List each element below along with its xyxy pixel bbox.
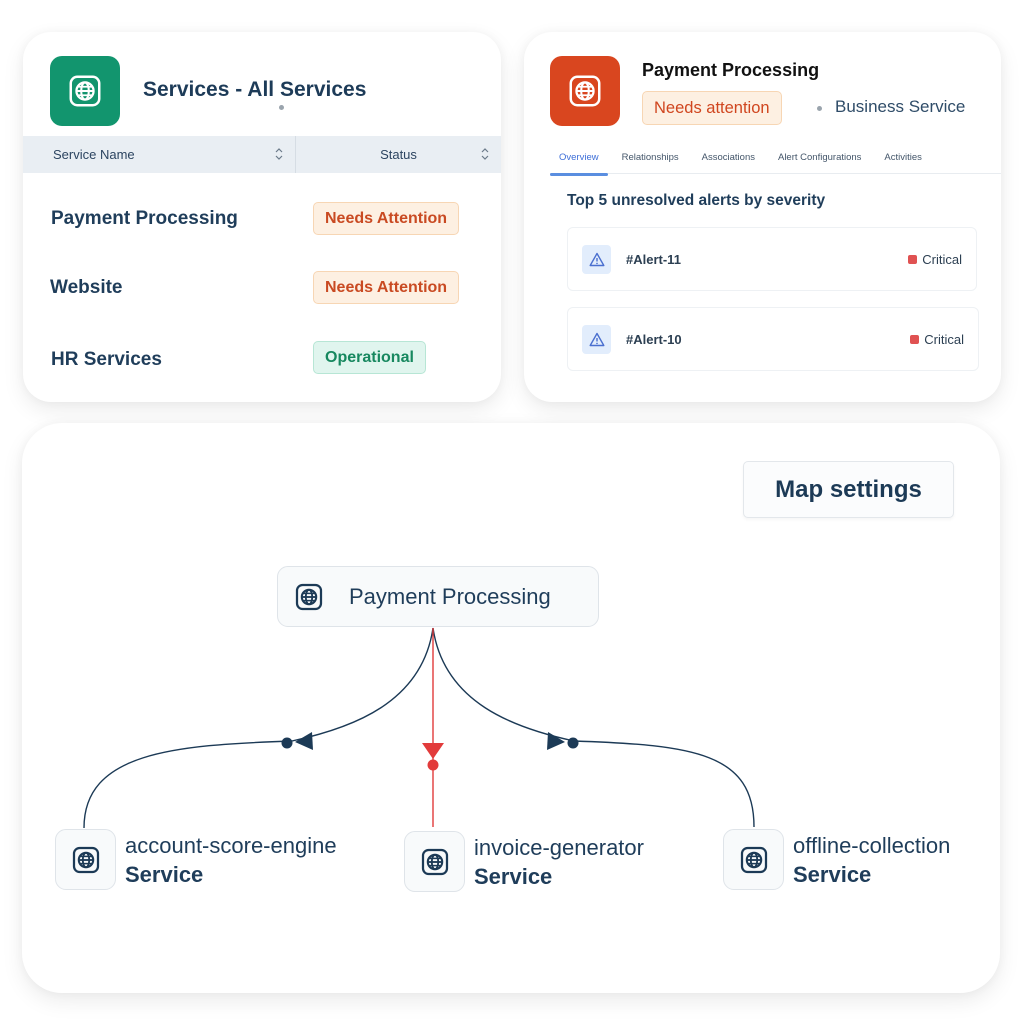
alert-id[interactable]: #Alert-10 [626,332,682,347]
globe-icon [293,581,325,613]
severity-label: Critical [910,332,964,347]
tab-relationships[interactable]: Relationships [613,146,688,174]
node-label: invoice-generator [474,835,644,860]
tab-alert-configurations[interactable]: Alert Configurations [769,146,870,174]
globe-icon [419,846,451,878]
severity-indicator [910,335,920,344]
alerts-heading: Top 5 unresolved alerts by severity [567,192,826,209]
detail-tabs: Overview Relationships Associations Aler… [550,146,1001,176]
globe-icon [738,844,770,876]
node-label: account-score-engine [125,833,337,858]
arrow-head-icon [295,732,313,750]
edge-account-score-engine [83,627,434,829]
column-label: Service Name [53,147,135,162]
service-name[interactable]: HR Services [51,349,162,371]
service-map-card: Map settings Payment Processing account-… [22,423,1000,993]
service-title: Payment Processing [642,60,820,80]
edge-endpoint-dot [281,737,293,749]
services-table-header: Service Name Status [23,136,501,173]
node-type: Service [793,862,872,887]
column-label: Status [380,147,417,162]
status-badge: Needs attention [642,91,782,125]
arrow-head-icon [422,743,444,759]
globe-icon [70,844,102,876]
tab-activities[interactable]: Activities [875,146,930,174]
services-title: Services - All Services [143,78,367,101]
node-icon-box [723,829,784,890]
alert-id[interactable]: #Alert-11 [626,252,681,267]
service-app-icon [550,56,620,126]
tab-overview[interactable]: Overview [550,146,608,176]
edge-endpoint-dot [427,759,439,771]
globe-icon [66,72,104,110]
tab-associations[interactable]: Associations [693,146,764,174]
alert-icon-container [582,325,611,354]
severity-text: Critical [924,332,964,347]
node-icon-box [404,831,465,892]
status-badge: Operational [313,341,426,374]
service-type: Business Service [835,97,966,116]
table-row[interactable]: HR Services Operational [23,333,501,383]
separator-dot [817,106,822,111]
globe-icon [566,72,604,110]
column-header-status[interactable]: Status [296,136,501,173]
status-badge: Needs Attention [313,202,460,235]
map-settings-button[interactable]: Map settings [743,461,954,518]
node-type: Service [125,862,204,887]
severity-label: Critical [908,252,962,267]
service-detail-card: Payment Processing Needs attention Busin… [524,32,1001,402]
alert-item[interactable]: #Alert-10 Critical [567,307,979,371]
edge-offline-collection [432,627,755,828]
status-badge: Needs Attention [313,271,460,304]
warning-icon [589,252,604,267]
severity-text: Critical [922,252,962,267]
arrow-head-icon [547,732,565,750]
alert-icon-container [582,245,611,274]
severity-indicator [908,255,918,264]
service-name[interactable]: Website [50,277,123,299]
alert-item[interactable]: #Alert-11 Critical [567,227,977,291]
table-row[interactable]: Payment Processing Needs Attention [23,194,501,244]
services-app-icon [50,56,120,126]
table-row[interactable]: Website Needs Attention [23,263,501,313]
root-node[interactable]: Payment Processing [277,566,599,627]
service-name[interactable]: Payment Processing [51,208,238,230]
column-header-service-name[interactable]: Service Name [23,136,296,173]
warning-icon [589,332,604,347]
title-indicator-dot [279,105,284,110]
services-list-card: Services - All Services Service Name Sta… [23,32,501,402]
node-icon-box [55,829,116,890]
node-label: Payment Processing [349,583,551,609]
sort-icon[interactable] [481,147,489,161]
sort-icon[interactable] [275,147,283,161]
node-label: offline-collection [793,833,951,858]
node-type: Service [474,864,553,889]
edge-endpoint-dot [567,737,579,749]
